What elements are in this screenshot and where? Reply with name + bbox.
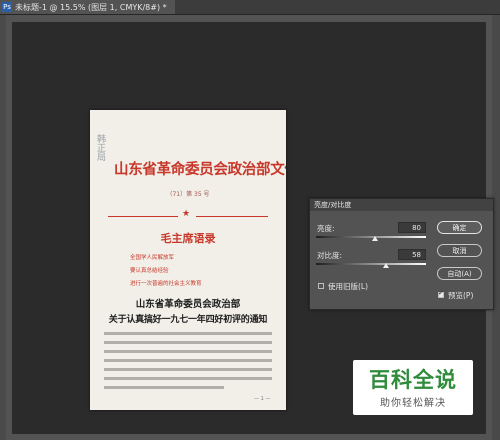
body-text-line [104, 386, 224, 389]
body-text-line [104, 377, 272, 380]
header-rule-right [196, 216, 268, 217]
brightness-input[interactable]: 80 [398, 222, 426, 233]
header-rule-left [108, 216, 178, 217]
document-tab-title: 未标题-1 @ 15.5% (图层 1, CMYK/8#) * [15, 2, 167, 12]
body-text-line [104, 368, 272, 371]
notice-title: 关于认真搞好一九七一年四好初评的通知 [108, 315, 268, 325]
contrast-input[interactable]: 58 [398, 249, 426, 260]
watermark-slogan: 助你轻松解决 [380, 398, 446, 409]
photoshop-logo: Ps [2, 2, 12, 12]
quotation-line: 全国学人民解放军 [130, 255, 175, 261]
quotation-line: 要认真总结经验 [130, 268, 169, 274]
red-star-icon: ★ [182, 209, 191, 219]
preview-checkbox[interactable] [438, 289, 444, 298]
quotation-line: 进行一次普遍的社会主义教育 [130, 281, 202, 287]
document-tab[interactable]: Ps 未标题-1 @ 15.5% (图层 1, CMYK/8#) * [0, 0, 175, 14]
contrast-label: 对比度: [317, 251, 343, 260]
body-text-line [104, 350, 272, 353]
scanned-document: 韩正局 山东省革命委员会政治部文件 （71）第 35 号 ★ 毛主席语录 全国学… [90, 110, 286, 410]
page-number: — 1 — [254, 396, 271, 402]
contrast-slider-track[interactable] [316, 263, 426, 265]
brightness-slider-thumb[interactable] [372, 236, 379, 241]
watermark-logo: 百科全说 助你轻松解决 [353, 360, 473, 415]
body-text-line [104, 332, 272, 335]
document-tab-bar: Ps 未标题-1 @ 15.5% (图层 1, CMYK/8#) * [0, 0, 500, 15]
issuing-office: 山东省革命委员会政治部 [135, 299, 241, 310]
brightness-slider-track[interactable] [316, 236, 426, 238]
quotation-heading: 毛主席语录 [160, 232, 216, 245]
body-text-line [104, 341, 272, 344]
use-legacy-checkbox[interactable] [318, 283, 324, 289]
tools-panel-edge [0, 15, 6, 440]
document-number: （71）第 35 号 [166, 191, 210, 198]
watermark-brand: 百科全说 [369, 368, 457, 392]
body-text-line [104, 359, 272, 362]
document-header-title: 山东省革命委员会政治部文件 [114, 161, 286, 178]
brightness-label: 亮度: [317, 224, 335, 233]
handwritten-mark: 韩正局 [95, 134, 105, 161]
dialog-title[interactable]: 亮度/对比度 [310, 199, 493, 211]
cancel-button[interactable]: 取消 [437, 244, 482, 257]
preview-label: 预览(P) [448, 291, 474, 300]
contrast-slider-thumb[interactable] [383, 263, 390, 268]
auto-button[interactable]: 自动(A) [437, 267, 482, 280]
use-legacy-label: 使用旧版(L) [328, 282, 369, 291]
ok-button[interactable]: 确定 [437, 221, 482, 234]
